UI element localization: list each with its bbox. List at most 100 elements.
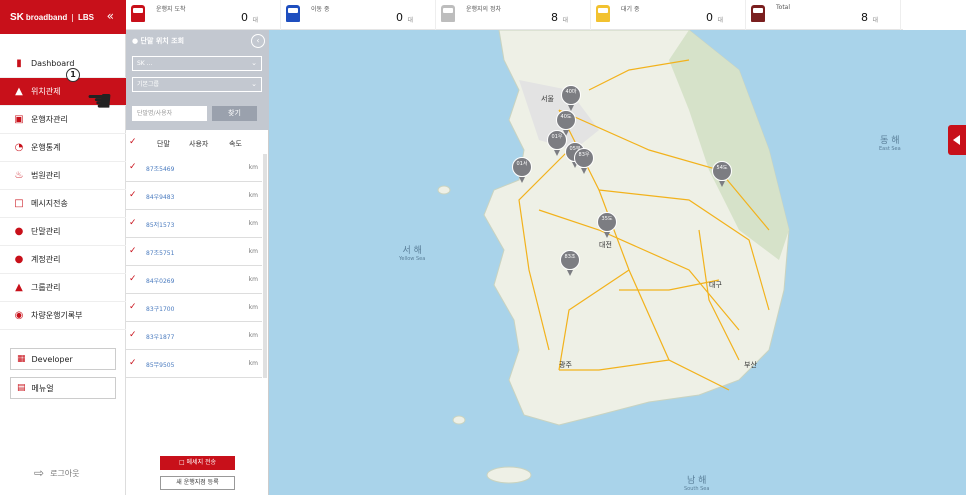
- send-message-button[interactable]: □ 메세지 전송: [160, 456, 235, 470]
- vehicle-pin[interactable]: 35도: [597, 212, 617, 238]
- developer-label: Developer: [31, 354, 73, 364]
- vehicle-pin[interactable]: 01우: [547, 130, 567, 156]
- jeju-island: [486, 466, 532, 484]
- logout-label: 로그아웃: [50, 468, 80, 478]
- status-waiting[interactable]: 대기 중 0 대: [591, 0, 746, 30]
- status-unit: 대: [872, 17, 878, 24]
- search-button[interactable]: 찾기: [212, 106, 257, 121]
- vehicle-pin[interactable]: 01서: [512, 157, 532, 183]
- island: [437, 185, 451, 195]
- terminal-list: ✓ 87조5469 km ✓ 84우9483 km ✓ 85저1573 km ✓ 87조575…: [126, 154, 262, 378]
- sidebar-item-driving-log[interactable]: ◉ 차량운행기록부: [0, 302, 126, 330]
- sea-label-yellow: 서 해 Yellow Sea: [399, 246, 426, 262]
- status-total[interactable]: Total 8 대: [746, 0, 901, 30]
- search-placeholder: 단말명/사용자: [137, 110, 173, 117]
- terminal-id[interactable]: 87조5751: [146, 248, 174, 257]
- check-icon[interactable]: ✓: [129, 246, 137, 256]
- sidebar-item-accounts[interactable]: ● 계정관리: [0, 246, 126, 274]
- check-icon[interactable]: ✓: [129, 302, 137, 312]
- sidebar-item-label: 운행통계: [31, 143, 61, 152]
- company-select-value: SK ...: [137, 60, 153, 67]
- status-count: 0: [396, 11, 403, 24]
- group-select[interactable]: 기본그룹 ⌄: [132, 77, 262, 92]
- terminal-id[interactable]: 84우9483: [146, 192, 174, 201]
- check-icon[interactable]: ✓: [129, 274, 137, 284]
- check-icon[interactable]: ✓: [129, 190, 137, 200]
- island: [452, 415, 466, 425]
- city-label-busan: 부산: [744, 361, 757, 369]
- table-row[interactable]: ✓ 84우9483 km: [126, 182, 262, 210]
- collapse-sidebar-icon[interactable]: «: [107, 9, 114, 23]
- speed-unit: km: [248, 192, 258, 199]
- vehicle-pin[interactable]: 54도: [712, 161, 732, 187]
- map-side-panel-toggle[interactable]: [948, 125, 966, 155]
- panel-collapse-icon[interactable]: ‹: [251, 34, 265, 48]
- terminal-table-header: ✓ 단말 사용자 속도: [126, 137, 269, 152]
- manual-button[interactable]: ▤ 메뉴얼: [10, 377, 116, 399]
- pin-icon: ●: [14, 226, 24, 237]
- vehicle-pin[interactable]: 40마: [561, 85, 581, 111]
- terminal-search-panel: ● 단말 위치 조회 ‹ SK ... ⌄ 기본그룹 ⌄ 단말명/사용자 찾기 …: [126, 30, 269, 495]
- table-row[interactable]: ✓ 85저1573 km: [126, 210, 262, 238]
- location-pin-icon: ●: [132, 37, 139, 45]
- table-row[interactable]: ✓ 84우0269 km: [126, 266, 262, 294]
- city-label-daejeon: 대전: [599, 241, 612, 249]
- vehicle-pin-label: 35도: [597, 212, 617, 232]
- check-icon[interactable]: ✓: [129, 330, 137, 340]
- map-view[interactable]: 서 해 Yellow Sea 동 해 East Sea 남 해 South Sea 서…: [269, 30, 966, 495]
- sidebar-item-messages[interactable]: □ 메시지전송: [0, 190, 126, 218]
- sidebar-item-label: 메시지전송: [31, 199, 68, 208]
- check-icon[interactable]: ✓: [129, 218, 137, 228]
- vehicle-pin[interactable]: 83우: [574, 148, 594, 174]
- vehicle-pin-label: 54도: [712, 161, 732, 181]
- select-all-check-icon[interactable]: ✓: [129, 137, 137, 147]
- status-stopped[interactable]: 운행지의 정차 8 대: [436, 0, 591, 30]
- status-label: 운행지 도착: [156, 6, 186, 13]
- company-select[interactable]: SK ... ⌄: [132, 56, 262, 71]
- sidebar-item-dashboard[interactable]: ▮ Dashboard: [0, 50, 126, 78]
- bell-icon: ♨: [14, 170, 24, 181]
- sidebar-item-alerts[interactable]: ♨ 법원관리: [0, 162, 126, 190]
- terminal-id[interactable]: 87조5469: [146, 164, 174, 173]
- terminal-search-input[interactable]: 단말명/사용자: [132, 106, 207, 121]
- register-location-button[interactable]: 새 운행지점 등록: [160, 476, 235, 490]
- terminal-id[interactable]: 83구1700: [146, 304, 174, 313]
- logout-button[interactable]: ⇨ 로그아웃: [34, 466, 80, 480]
- vehicle-pin-label: 83우: [574, 148, 594, 168]
- check-icon[interactable]: ✓: [129, 162, 137, 172]
- status-unit: 대: [562, 17, 568, 24]
- list-scrollbar[interactable]: [263, 154, 267, 378]
- status-arrived[interactable]: 운행지 도착 0 대: [126, 0, 281, 30]
- developer-button[interactable]: ▦ Developer: [10, 348, 116, 370]
- logo-lbs: LBS: [77, 12, 94, 22]
- sidebar-item-groups[interactable]: ▲ 그룹관리: [0, 274, 126, 302]
- car-location-icon: ▲: [15, 86, 23, 97]
- check-icon[interactable]: ✓: [129, 358, 137, 368]
- terminal-id[interactable]: 85저1573: [146, 220, 174, 229]
- speed-unit: km: [248, 304, 258, 311]
- table-row[interactable]: ✓ 87조5751 km: [126, 238, 262, 266]
- sidebar-item-terminals[interactable]: ● 단말관리: [0, 218, 126, 246]
- sidebar-item-statistics[interactable]: ◔ 운행통계: [0, 134, 126, 162]
- vehicle-pin-label: 40도: [556, 110, 576, 130]
- terminal-id[interactable]: 83우1877: [146, 332, 174, 341]
- vehicle-pin[interactable]: 83조: [560, 250, 580, 276]
- car-yellow-icon: [596, 5, 610, 22]
- table-row[interactable]: ✓ 85무9505 km: [126, 350, 262, 378]
- panel-title: ● 단말 위치 조회: [132, 36, 184, 46]
- sea-label-east: 동 해 East Sea: [879, 136, 901, 152]
- table-row[interactable]: ✓ 87조5469 km: [126, 154, 262, 182]
- logout-icon: ⇨: [34, 466, 45, 480]
- terminal-id[interactable]: 85무9505: [146, 360, 174, 369]
- status-count: 0: [706, 11, 713, 24]
- status-moving[interactable]: 이동 중 0 대: [281, 0, 436, 30]
- sidebar-item-label: 단말관리: [31, 227, 61, 236]
- status-unit: 대: [252, 17, 258, 24]
- col-user: 사용자: [189, 140, 209, 148]
- table-row[interactable]: ✓ 83구1700 km: [126, 294, 262, 322]
- car-blue-icon: [286, 5, 300, 22]
- table-row[interactable]: ✓ 83우1877 km: [126, 322, 262, 350]
- pie-chart-icon: ◔: [14, 142, 24, 153]
- message-icon: □: [14, 198, 24, 209]
- terminal-id[interactable]: 84우0269: [146, 276, 174, 285]
